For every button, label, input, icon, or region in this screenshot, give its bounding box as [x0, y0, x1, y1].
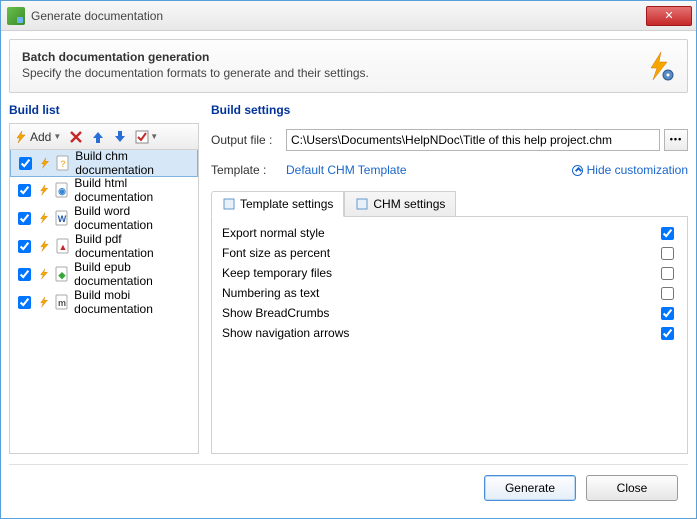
output-file-label: Output file : [211, 133, 286, 147]
setting-row: Keep temporary files [222, 263, 677, 283]
pdf-icon: ▲ [55, 238, 71, 254]
build-list: ? Build chm documentation ◉ Build html d… [9, 149, 199, 454]
setting-checkbox[interactable] [661, 287, 674, 300]
output-file-input[interactable] [286, 129, 660, 151]
lightning-icon [38, 183, 50, 197]
lightning-gear-icon [643, 50, 675, 82]
setting-checkbox[interactable] [661, 227, 674, 240]
app-icon [7, 7, 25, 25]
setting-label: Show BreadCrumbs [222, 306, 657, 320]
svg-text:▲: ▲ [58, 242, 67, 252]
header-subtitle: Specify the documentation formats to gen… [22, 66, 643, 80]
setting-checkbox[interactable] [661, 247, 674, 260]
check-all-button[interactable]: ▼ [135, 130, 158, 144]
build-item-label: Build pdf documentation [75, 232, 194, 260]
dialog-content: Batch documentation generation Specify t… [1, 31, 696, 518]
titlebar: Generate documentation ✕ [1, 1, 696, 31]
build-settings-title: Build settings [211, 103, 688, 117]
setting-row: Export normal style [222, 223, 677, 243]
setting-row: Font size as percent [222, 243, 677, 263]
setting-label: Font size as percent [222, 246, 657, 260]
setting-row: Show BreadCrumbs [222, 303, 677, 323]
generate-button[interactable]: Generate [484, 475, 576, 501]
build-list-item[interactable]: ◆ Build epub documentation [10, 260, 198, 288]
header-title: Batch documentation generation [22, 50, 643, 64]
build-item-checkbox[interactable] [18, 268, 31, 281]
setting-label: Keep temporary files [222, 266, 657, 280]
build-item-checkbox[interactable] [18, 240, 31, 253]
setting-label: Export normal style [222, 226, 657, 240]
move-down-icon[interactable] [113, 130, 127, 144]
setting-row: Numbering as text [222, 283, 677, 303]
settings-tabs: Template settingsCHM settings [211, 191, 688, 217]
build-list-item[interactable]: ? Build chm documentation [10, 149, 198, 177]
lightning-icon [38, 267, 50, 281]
browse-button[interactable]: ••• [664, 129, 688, 151]
header-block: Batch documentation generation Specify t… [9, 39, 688, 93]
tab-chm-settings[interactable]: CHM settings [344, 191, 456, 216]
setting-label: Show navigation arrows [222, 326, 657, 340]
build-list-item[interactable]: ▲ Build pdf documentation [10, 232, 198, 260]
template-link[interactable]: Default CHM Template [286, 163, 407, 177]
build-item-label: Build word documentation [74, 204, 194, 232]
window-title: Generate documentation [31, 9, 646, 23]
svg-text:m: m [58, 298, 66, 308]
mobi-icon: m [54, 294, 70, 310]
html-icon: ◉ [54, 182, 70, 198]
template-settings-panel: Export normal style Font size as percent… [211, 217, 688, 454]
setting-row: Show navigation arrows [222, 323, 677, 343]
tab-template-settings[interactable]: Template settings [211, 191, 344, 217]
collapse-icon [572, 165, 583, 176]
build-item-label: Build chm documentation [75, 149, 193, 177]
build-item-checkbox[interactable] [18, 296, 31, 309]
build-item-checkbox[interactable] [18, 184, 31, 197]
lightning-icon [38, 295, 50, 309]
add-label: Add [30, 130, 51, 144]
epub-icon: ◆ [54, 266, 70, 282]
build-list-item[interactable]: m Build mobi documentation [10, 288, 198, 316]
lightning-icon [39, 156, 51, 170]
tab-icon [355, 197, 369, 211]
build-item-checkbox[interactable] [18, 212, 31, 225]
close-button[interactable]: Close [586, 475, 678, 501]
setting-checkbox[interactable] [661, 267, 674, 280]
dropdown-arrow-icon: ▼ [150, 132, 158, 141]
build-item-label: Build epub documentation [74, 260, 194, 288]
svg-text:?: ? [60, 159, 66, 169]
build-list-title: Build list [9, 103, 199, 117]
lightning-icon [38, 239, 51, 253]
hide-customization-link[interactable]: Hide customization [572, 163, 688, 177]
build-list-toolbar: Add ▼ ▼ [9, 123, 199, 149]
setting-checkbox[interactable] [661, 307, 674, 320]
svg-text:◆: ◆ [58, 270, 67, 280]
check-icon [135, 130, 149, 144]
add-build-button[interactable]: Add ▼ [14, 130, 61, 144]
svg-text:W: W [58, 214, 67, 224]
word-icon: W [54, 210, 70, 226]
setting-checkbox[interactable] [661, 327, 674, 340]
dialog-window: Generate documentation ✕ Batch documenta… [0, 0, 697, 519]
svg-text:◉: ◉ [58, 186, 66, 196]
build-item-checkbox[interactable] [19, 157, 32, 170]
lightning-icon [38, 211, 50, 225]
window-close-button[interactable]: ✕ [646, 6, 692, 26]
dialog-footer: Generate Close [9, 464, 688, 510]
dropdown-arrow-icon: ▼ [53, 132, 61, 141]
chm-icon: ? [55, 155, 71, 171]
move-up-icon[interactable] [91, 130, 105, 144]
build-list-item[interactable]: ◉ Build html documentation [10, 176, 198, 204]
lightning-add-icon [14, 130, 28, 144]
template-label: Template : [211, 163, 286, 177]
setting-label: Numbering as text [222, 286, 657, 300]
tab-icon [222, 197, 236, 211]
delete-icon[interactable] [69, 130, 83, 144]
build-list-item[interactable]: W Build word documentation [10, 204, 198, 232]
build-item-label: Build html documentation [74, 176, 194, 204]
build-item-label: Build mobi documentation [74, 288, 194, 316]
